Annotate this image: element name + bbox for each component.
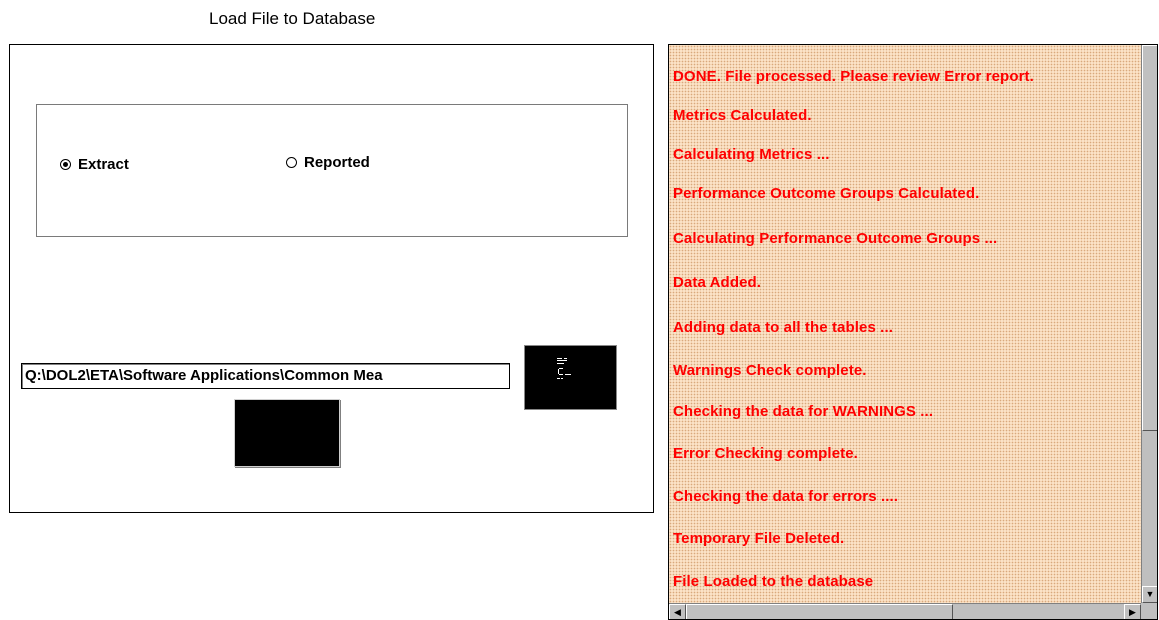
log-item: Error Checking complete. <box>673 445 858 462</box>
file-type-group: Extract Reported <box>36 104 628 237</box>
radio-extract[interactable]: Extract <box>60 156 129 173</box>
arrow-right-icon[interactable]: ▶ <box>1124 604 1141 619</box>
radio-extract-indicator[interactable] <box>60 159 71 170</box>
file-path-input[interactable]: Q:\DOL2\ETA\Software Applications\Common… <box>21 363 510 389</box>
log-item: Warnings Check complete. <box>673 362 867 379</box>
vertical-scroll-thumb[interactable] <box>1142 45 1157 431</box>
log-item: Calculating Performance Outcome Groups .… <box>673 230 998 247</box>
log-item: Temporary File Deleted. <box>673 530 845 547</box>
log-item: DONE. File processed. Please review Erro… <box>673 68 1034 85</box>
log-item: Performance Outcome Groups Calculated. <box>673 185 980 202</box>
scrollbar-corner <box>1141 603 1157 619</box>
log-item: File Loaded to the database <box>673 573 874 590</box>
load-button[interactable] <box>234 399 340 467</box>
status-log[interactable]: DONE. File processed. Please review Erro… <box>668 44 1158 620</box>
log-item: Calculating Metrics ... <box>673 146 830 163</box>
log-item: Checking the data for errors .... <box>673 488 899 505</box>
browse-button[interactable] <box>524 345 617 410</box>
vertical-scrollbar[interactable]: ▼ <box>1141 45 1157 603</box>
log-item: Adding data to all the tables ... <box>673 319 893 336</box>
load-file-panel: Extract Reported Q:\DOL2\ETA\Software Ap… <box>9 44 654 513</box>
window-title: Load File to Database <box>209 9 376 28</box>
horizontal-scrollbar[interactable]: ◀ ▶ <box>669 603 1141 619</box>
radio-reported-indicator[interactable] <box>286 157 297 168</box>
arrow-left-icon[interactable]: ◀ <box>669 604 686 619</box>
arrow-down-icon[interactable]: ▼ <box>1142 586 1157 603</box>
log-item: Data Added. <box>673 274 762 291</box>
radio-extract-label[interactable]: Extract <box>78 156 129 173</box>
log-item: Checking the data for WARNINGS ... <box>673 403 934 420</box>
radio-reported[interactable]: Reported <box>286 154 370 171</box>
status-log-list: DONE. File processed. Please review Erro… <box>669 45 1141 603</box>
radio-reported-label[interactable]: Reported <box>304 154 370 171</box>
log-item: Metrics Calculated. <box>673 107 812 124</box>
folder-browse-icon <box>557 358 571 379</box>
horizontal-scroll-thumb[interactable] <box>686 604 953 619</box>
